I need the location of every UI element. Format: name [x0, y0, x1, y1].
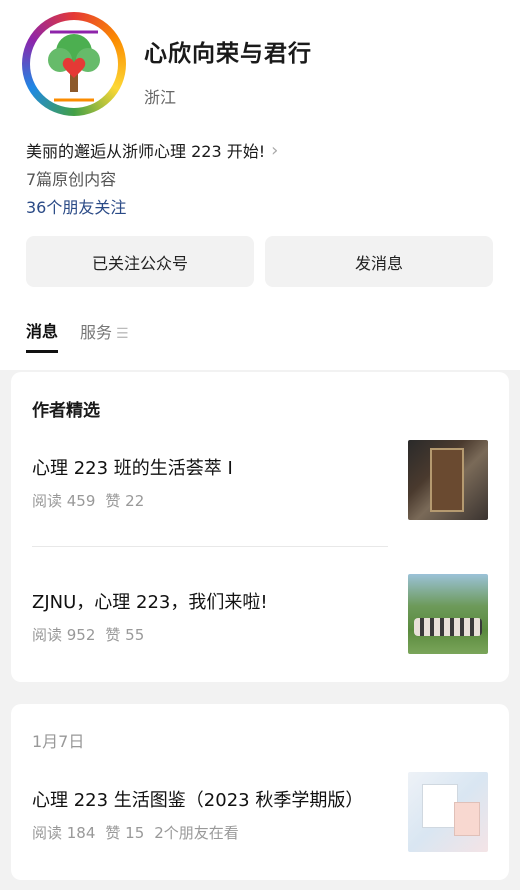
chevron-right-icon: ›: [271, 139, 279, 161]
account-region: 浙江: [144, 88, 177, 107]
article-item[interactable]: 心理 223 班的生活荟萃 I 阅读 459 赞 22: [32, 440, 488, 522]
avatar-inner: [30, 20, 118, 108]
divider: [32, 546, 388, 547]
article-item[interactable]: ZJNU，心理 223，我们来啦! 阅读 952 赞 55: [32, 574, 488, 656]
article-title: 心理 223 生活图鉴（2023 秋季学期版）: [32, 790, 364, 811]
featured-title: 作者精选: [32, 401, 100, 421]
article-meta: 阅读 184 赞 15 2个朋友在看: [32, 822, 249, 843]
account-info: 心欣向荣与君行 浙江: [144, 12, 312, 108]
like-count: 赞 55: [105, 626, 145, 644]
article-meta: 阅读 952 赞 55: [32, 624, 154, 645]
tree-heart-icon: [48, 30, 100, 102]
friends-watching: 2个朋友在看: [154, 824, 239, 842]
timeline-card: 1月7日 心理 223 生活图鉴（2023 秋季学期版） 阅读 184 赞 15 2…: [11, 704, 509, 880]
menu-icon: ☰: [116, 326, 129, 342]
profile-header: 心欣向荣与君行 浙江 美丽的邂逅从浙师心理 223 开始! › 7篇原创内容 3…: [0, 0, 520, 370]
original-count: 7篇原创内容: [26, 170, 117, 189]
doc-shape: [422, 784, 458, 828]
send-message-button[interactable]: 发消息: [265, 236, 493, 287]
read-count: 阅读 952: [32, 626, 96, 644]
profile-row: 心欣向荣与君行 浙江: [22, 12, 312, 116]
group-photo-shape: [414, 618, 482, 636]
read-count: 阅读 459: [32, 492, 96, 510]
like-count: 赞 22: [105, 492, 145, 510]
article-thumbnail: [408, 574, 488, 654]
followed-button[interactable]: 已关注公众号: [26, 236, 254, 287]
date-label: 1月7日: [32, 732, 85, 751]
article-title: ZJNU，心理 223，我们来啦!: [32, 592, 268, 613]
article-thumbnail: [408, 440, 488, 520]
featured-card: 作者精选 心理 223 班的生活荟萃 I 阅读 459 赞 22 ZJNU，心理 …: [11, 372, 509, 682]
friends-follow-link[interactable]: 36个朋友关注: [26, 194, 126, 218]
tab-services-label: 服务: [80, 323, 113, 342]
read-count: 阅读 184: [32, 824, 96, 842]
tab-services[interactable]: 服务 ☰: [80, 319, 129, 353]
sign-shape: [430, 448, 464, 512]
account-intro-text: 美丽的邂逅从浙师心理 223 开始!: [26, 142, 266, 161]
article-thumbnail: [408, 772, 488, 852]
article-item[interactable]: 心理 223 生活图鉴（2023 秋季学期版） 阅读 184 赞 15 2个朋友在看: [32, 772, 488, 854]
tab-bar: 消息 服务 ☰: [26, 318, 151, 353]
account-intro[interactable]: 美丽的邂逅从浙师心理 223 开始! ›: [26, 138, 278, 162]
article-title: 心理 223 班的生活荟萃 I: [32, 458, 233, 479]
account-avatar[interactable]: [22, 12, 126, 116]
tab-messages[interactable]: 消息: [26, 318, 59, 353]
article-meta: 阅读 459 赞 22: [32, 490, 154, 511]
like-count: 赞 15: [105, 824, 145, 842]
account-name: 心欣向荣与君行: [144, 41, 312, 67]
doc-shape: [454, 802, 480, 836]
